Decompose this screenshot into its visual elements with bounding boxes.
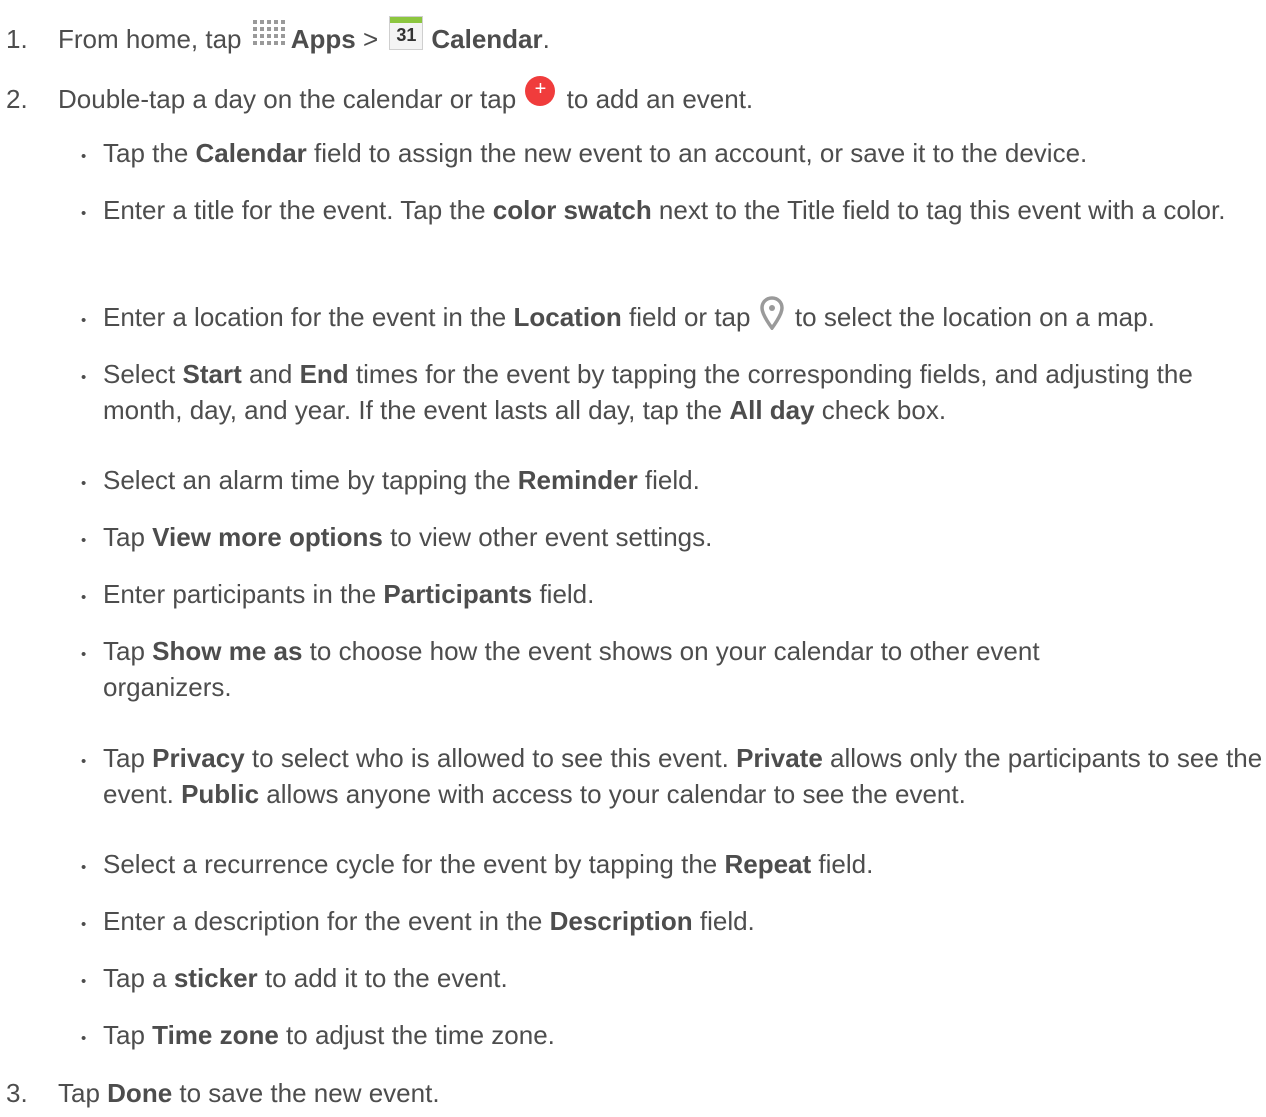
step-text: From home, tap Apps > 31 Calendar. — [58, 16, 550, 58]
list-item-text: Enter participants in the Participants f… — [103, 579, 595, 609]
bullet-dot: • — [81, 589, 87, 606]
step-number: 3. — [6, 1078, 28, 1108]
bullet-dot: • — [81, 646, 87, 663]
calendar-icon: 31 — [389, 16, 424, 51]
list-item-text: Tap Privacy to select who is allowed to … — [103, 743, 1263, 809]
location-pin-icon — [759, 296, 784, 331]
bullet-dot: • — [81, 312, 87, 329]
list-item-text: Tap Time zone to adjust the time zone. — [103, 1020, 555, 1050]
bullet-dot: • — [81, 205, 87, 222]
apps-label: Apps — [290, 24, 356, 54]
bullet-dot: • — [81, 916, 87, 933]
bullet-dot: • — [81, 148, 87, 165]
done-label: Done — [107, 1078, 173, 1108]
step-number: 1. — [6, 24, 28, 54]
list-item-text: Tap Show me as to choose how the event s… — [103, 636, 1040, 702]
list-item-text: Tap the Calendar field to assign the new… — [103, 138, 1088, 168]
bullet-dot: • — [81, 859, 87, 876]
step-text: Tap Done to save the new event. — [58, 1078, 440, 1108]
list-item-text: Enter a title for the event. Tap the col… — [103, 195, 1226, 225]
list-item-text: Tap a sticker to add it to the event. — [103, 963, 508, 993]
list-item-text: Select a recurrence cycle for the event … — [103, 849, 874, 879]
bullet-dot: • — [81, 753, 87, 770]
add-event-icon: + — [525, 76, 556, 107]
bullet-dot: • — [81, 532, 87, 549]
bullet-dot: • — [81, 475, 87, 492]
step-number: 2. — [6, 84, 28, 114]
bullet-dot: • — [81, 973, 87, 990]
apps-grid-icon — [251, 20, 287, 50]
list-item-text: Tap View more options to view other even… — [103, 522, 713, 552]
list-item-text: Select an alarm time by tapping the Remi… — [103, 465, 700, 495]
bullet-dot: • — [81, 369, 87, 386]
bullet-dot: • — [81, 1030, 87, 1047]
list-item-text: Enter a description for the event in the… — [103, 906, 755, 936]
step-text: Double-tap a day on the calendar or tap … — [58, 76, 754, 114]
calendar-label: Calendar — [431, 24, 543, 54]
list-item-text: Select Start and End times for the event… — [103, 359, 1193, 425]
list-item-text: Enter a location for the event in the Lo… — [103, 296, 1243, 336]
